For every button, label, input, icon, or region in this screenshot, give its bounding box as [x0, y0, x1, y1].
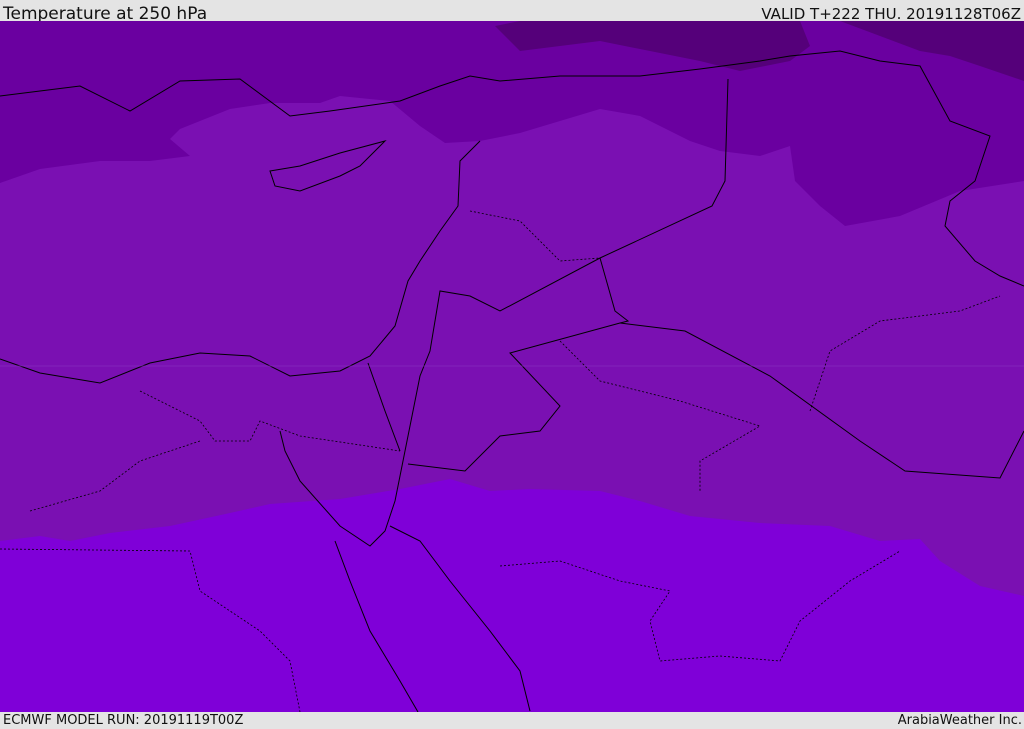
temperature-map [0, 21, 1024, 712]
header-bar: Temperature at 250 hPa VALID T+222 THU. … [0, 0, 1024, 24]
footer-bar: ECMWF MODEL RUN: 20191119T00Z ArabiaWeat… [0, 712, 1024, 729]
credit: ArabiaWeather Inc. [897, 713, 1022, 728]
model-run: ECMWF MODEL RUN: 20191119T00Z [3, 713, 244, 728]
